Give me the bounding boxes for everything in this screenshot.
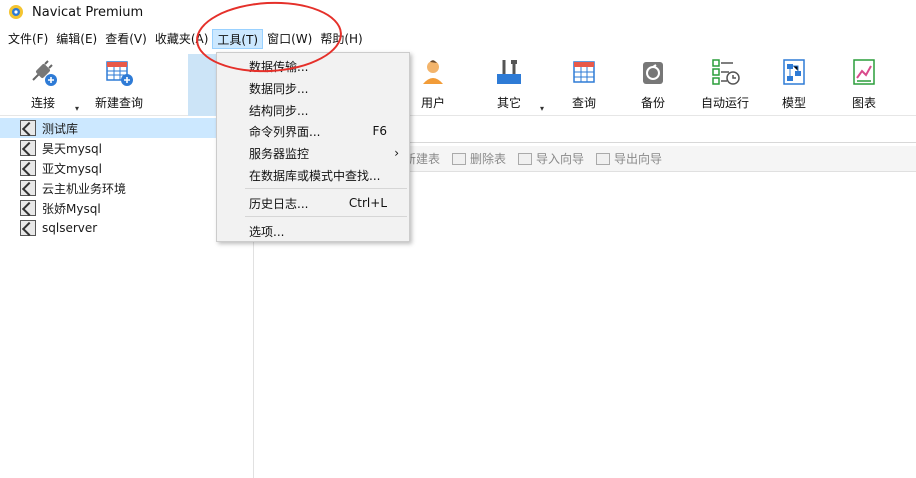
mysql-connection-icon bbox=[20, 140, 36, 156]
model-button[interactable]: 模型 bbox=[761, 56, 827, 114]
history-shortcut: Ctrl+L bbox=[348, 196, 387, 210]
delete-table-button[interactable]: 删除表 bbox=[452, 150, 506, 167]
menu-view[interactable]: 查看(V) bbox=[101, 29, 151, 49]
other-label: 其它 bbox=[496, 96, 521, 110]
menu-item-label: 结构同步... bbox=[249, 103, 309, 118]
export-wizard-button[interactable]: 导出向导 bbox=[596, 150, 662, 167]
query-button[interactable]: 查询 bbox=[551, 56, 617, 114]
tree-item-label: 云主机业务环境 bbox=[42, 181, 127, 196]
menu-item-history-log[interactable]: 历史日志... Ctrl+L bbox=[217, 192, 409, 214]
query-label: 查询 bbox=[571, 96, 596, 110]
delete-table-icon bbox=[452, 152, 467, 165]
menu-bar: 文件(F) 编辑(E) 查看(V) 收藏夹(A) 工具(T) 窗口(W) 帮助(… bbox=[0, 28, 916, 50]
backup-button[interactable]: 备份 bbox=[620, 56, 686, 114]
menu-item-label: 在数据库或模式中查找... bbox=[249, 168, 381, 183]
new-query-label: 新建查询 bbox=[94, 96, 143, 110]
user-label: 用户 bbox=[420, 96, 445, 110]
mysql-connection-icon bbox=[20, 120, 36, 136]
auto-run-label: 自动运行 bbox=[700, 96, 749, 110]
menu-item-label: 历史日志... bbox=[249, 196, 309, 211]
menu-item-data-sync[interactable]: 数据同步... bbox=[217, 77, 409, 99]
tree-item-label: 测试库 bbox=[42, 121, 79, 136]
delete-table-label: 删除表 bbox=[470, 152, 507, 166]
menu-item-label: 数据同步... bbox=[249, 81, 309, 96]
export-wizard-icon bbox=[596, 152, 611, 165]
sqlserver-connection-icon bbox=[20, 220, 36, 236]
model-label: 模型 bbox=[781, 96, 806, 110]
mysql-connection-icon bbox=[20, 160, 36, 176]
menu-item-structure-sync[interactable]: 结构同步... bbox=[217, 99, 409, 121]
new-query-button[interactable]: 新建查询 bbox=[86, 56, 152, 114]
title-bar: Navicat Premium bbox=[0, 0, 916, 24]
menu-item-options[interactable]: 选项... bbox=[217, 220, 409, 242]
query-grid-icon bbox=[573, 61, 595, 83]
import-wizard-label: 导入向导 bbox=[536, 152, 585, 166]
plug-icon bbox=[32, 60, 57, 86]
model-diagram-icon bbox=[783, 59, 805, 85]
mysql-connection-icon bbox=[20, 180, 36, 196]
menu-item-find-in-db[interactable]: 在数据库或模式中查找... bbox=[217, 164, 409, 186]
chart-button[interactable]: 图表 bbox=[831, 56, 897, 114]
connect-dropdown-arrow-icon[interactable]: ▾ bbox=[75, 105, 83, 113]
new-query-icon bbox=[106, 61, 133, 86]
menu-item-label: 命令列界面... bbox=[249, 124, 321, 139]
schedule-checklist-icon bbox=[712, 59, 740, 85]
import-wizard-icon bbox=[518, 152, 533, 165]
main-toolbar: 连接 ▾ 新建查询 用户 其它 ▾ 查询 备份 自动运行 模型 图表 bbox=[0, 50, 916, 116]
tree-item-label: 张娇Mysql bbox=[42, 201, 101, 216]
export-wizard-label: 导出向导 bbox=[614, 152, 663, 166]
tree-item-label: 亚文mysql bbox=[42, 161, 102, 176]
menu-item-server-monitor[interactable]: 服务器监控 › bbox=[217, 142, 409, 164]
connect-label: 连接 bbox=[30, 96, 55, 110]
navicat-logo-icon bbox=[9, 5, 23, 19]
other-dropdown-arrow-icon[interactable]: ▾ bbox=[540, 105, 548, 113]
tools-icon bbox=[497, 60, 521, 84]
menu-file[interactable]: 文件(F) bbox=[4, 29, 52, 49]
other-button[interactable]: 其它 bbox=[476, 56, 542, 114]
connect-button[interactable]: 连接 bbox=[10, 56, 76, 114]
menu-item-console[interactable]: 命令列界面... F6 bbox=[217, 120, 409, 142]
chart-icon bbox=[853, 59, 875, 85]
backup-label: 备份 bbox=[640, 96, 665, 110]
submenu-arrow-icon: › bbox=[394, 146, 399, 160]
menu-separator bbox=[245, 188, 407, 189]
auto-run-button[interactable]: 自动运行 bbox=[690, 56, 760, 114]
tree-item-label: 昊天mysql bbox=[42, 141, 102, 156]
app-title: Navicat Premium bbox=[32, 4, 144, 20]
menu-edit[interactable]: 编辑(E) bbox=[52, 29, 101, 49]
mysql-connection-icon bbox=[20, 200, 36, 216]
backup-icon bbox=[643, 62, 663, 84]
menu-separator bbox=[245, 216, 407, 217]
tree-item-label: sqlserver bbox=[42, 221, 98, 235]
import-wizard-button[interactable]: 导入向导 bbox=[518, 150, 584, 167]
console-shortcut: F6 bbox=[372, 124, 387, 138]
menu-item-label: 选项... bbox=[249, 224, 285, 239]
chart-label: 图表 bbox=[851, 96, 876, 110]
tools-dropdown-menu: 数据传输... 数据同步... 结构同步... 命令列界面... F6 服务器监… bbox=[216, 52, 410, 242]
user-icon bbox=[423, 60, 443, 84]
menu-item-label: 服务器监控 bbox=[249, 146, 310, 161]
